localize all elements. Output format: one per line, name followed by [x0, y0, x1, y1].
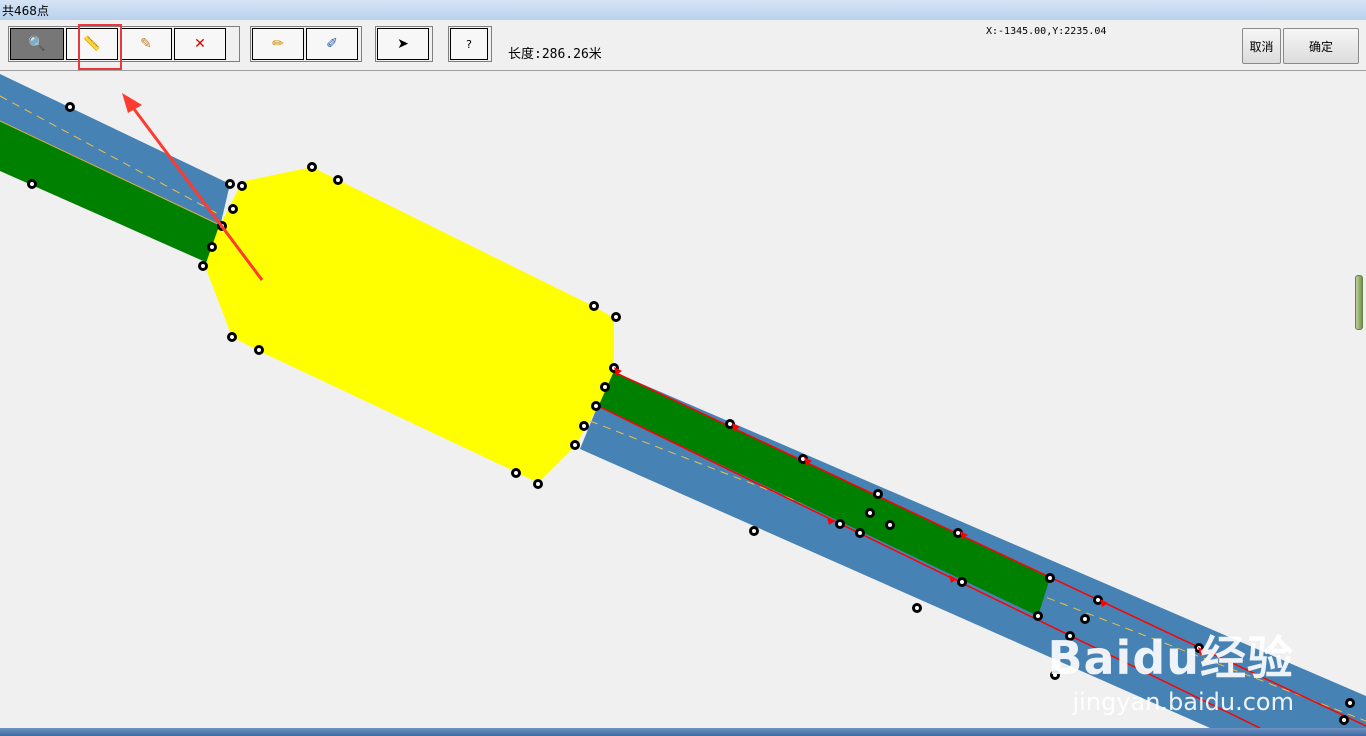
select-button[interactable]: ➤ [377, 28, 429, 60]
annotation-highlight-box [78, 24, 122, 70]
help-button[interactable]: ? [450, 28, 488, 60]
tool-group-select: ➤ [375, 26, 433, 62]
title-bar: 共468点 [0, 0, 1366, 21]
watermark-url: jingyan.baidu.com [1072, 688, 1294, 716]
edit-button[interactable]: ✐ [306, 28, 358, 60]
tool-group-help: ? [448, 26, 492, 62]
watermark: Baidu经验 jingyan.baidu.com [1047, 622, 1294, 716]
edit-icon: ✐ [326, 36, 338, 52]
cursor-icon: ➤ [397, 36, 409, 52]
close-icon: ✕ [194, 36, 206, 52]
ok-button[interactable]: 确定 [1283, 28, 1359, 64]
tool-group-navigation: 🔍 📏 ✎ ✕ [8, 26, 240, 62]
os-taskbar [0, 728, 1366, 736]
help-icon: ? [466, 37, 472, 51]
tool-group-edit: ✏ ✐ [250, 26, 362, 62]
toolbar: 🔍 📏 ✎ ✕ ✏ ✐ ➤ ? 长度:286.26米 X:-1345.00,Y:… [0, 20, 1366, 71]
scrollbar-thumb[interactable] [1355, 275, 1363, 330]
watermark-brand: Baidu经验 [1047, 631, 1294, 685]
window-title: 共468点 [2, 4, 49, 18]
junction-area[interactable] [205, 167, 614, 483]
cancel-button[interactable]: 取消 [1242, 28, 1281, 64]
pencil-button[interactable]: ✏ [252, 28, 304, 60]
coordinate-readout: X:-1345.00,Y:2235.04 [986, 26, 1107, 37]
eraser-icon: ✎ [140, 36, 152, 52]
pencil-icon: ✏ [272, 36, 284, 52]
magnifier-icon: 🔍 [28, 36, 46, 52]
zoom-button[interactable]: 🔍 [10, 28, 64, 60]
lane-green-lower [598, 371, 1050, 616]
eraser-button[interactable]: ✎ [120, 28, 172, 60]
length-readout: 长度:286.26米 [508, 47, 602, 62]
delete-button[interactable]: ✕ [174, 28, 226, 60]
